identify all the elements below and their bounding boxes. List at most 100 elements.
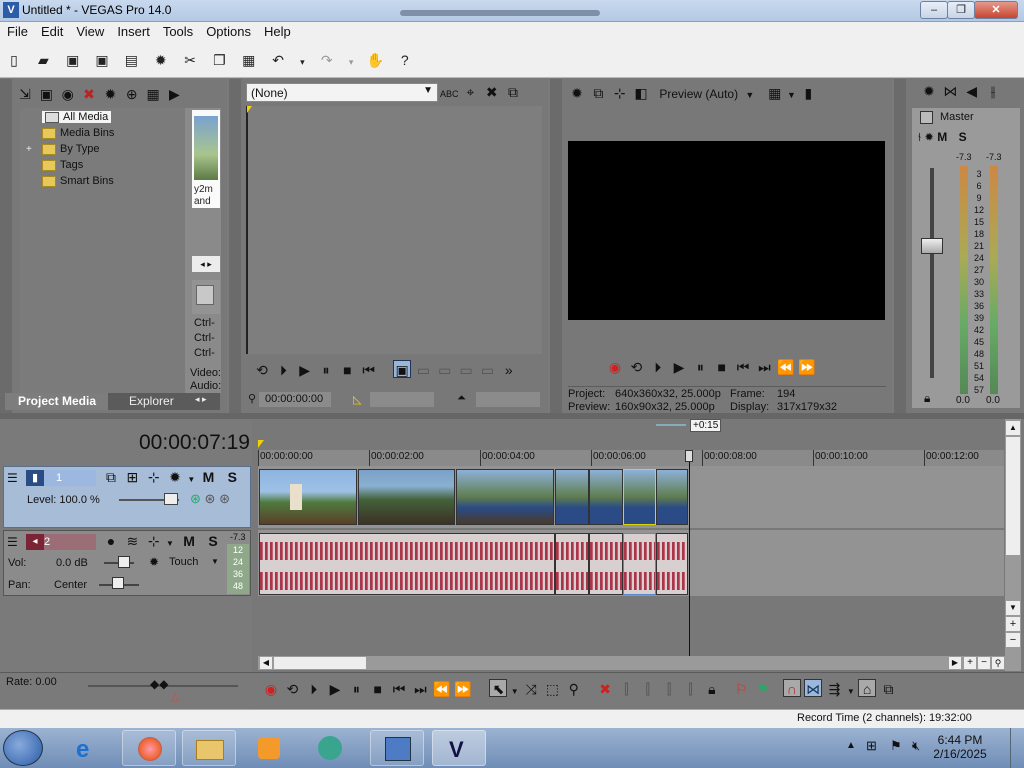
open-folder-icon[interactable]: ▰ [33, 50, 53, 70]
spellcheck-icon[interactable]: ABC [440, 85, 459, 103]
in-point-field[interactable] [370, 392, 434, 407]
insert-marker-icon[interactable]: ⚐ [732, 680, 750, 698]
video-mute-button[interactable]: M [203, 469, 215, 485]
panel-grip[interactable] [894, 79, 906, 413]
play-from-start-icon[interactable]: ⏵ [305, 680, 323, 698]
master-mute-button[interactable]: M [937, 130, 947, 144]
zoom-in-icon[interactable]: + [1006, 617, 1020, 631]
maximize-button[interactable]: ❐ [947, 1, 975, 19]
audio-clip-segment[interactable] [589, 533, 623, 595]
go-to-start-icon[interactable]: ⏮ [734, 358, 752, 376]
loop-icon[interactable]: ⟲ [253, 361, 271, 379]
collapse-track-icon[interactable]: ☰ [7, 471, 18, 485]
help-icon[interactable]: ? [395, 50, 415, 70]
playhead-handle[interactable] [685, 450, 693, 462]
next-frame-icon[interactable]: ⏩ [454, 680, 472, 698]
trimmer-display[interactable] [246, 106, 542, 354]
automation-gear-icon[interactable]: ✹ [149, 555, 159, 569]
zoom-out-icon[interactable]: − [978, 657, 990, 669]
show-hidden-icons-icon[interactable]: ▲ [846, 740, 856, 751]
trimmer-media-select[interactable]: (None) ▼ [246, 83, 438, 102]
tab-explorer[interactable]: Explorer [129, 394, 174, 408]
go-to-end-icon[interactable]: ⏭ [411, 680, 429, 698]
trim-start-icon[interactable]: ⫿ [639, 680, 657, 698]
minimize-button[interactable]: – [920, 1, 948, 19]
properties-gear-icon[interactable]: ✹ [920, 82, 938, 100]
get-media-web-icon[interactable]: ◉ [59, 85, 77, 103]
fx-chain-icon[interactable]: ⫮ [918, 130, 921, 144]
split-view-icon[interactable]: ◧ [632, 84, 650, 102]
capture-video-icon[interactable]: ▣ [37, 85, 55, 103]
delete-icon[interactable]: ✖ [596, 680, 614, 698]
save-as-icon[interactable]: ▣ [92, 50, 112, 70]
scroll-thumb[interactable] [274, 657, 366, 669]
play-icon[interactable]: ▶ [670, 358, 688, 376]
time-ruler[interactable]: 00:00:00:00 00:00:02:00 00:00:04:00 00:00:0… [258, 450, 1004, 466]
invert-phase-icon[interactable]: ≋ [123, 532, 141, 550]
chevron-down-icon[interactable]: ▼ [847, 687, 855, 696]
video-clip-segment[interactable] [589, 469, 623, 525]
timeline-horizontal-scrollbar[interactable]: ◀ ▶ + − ⚲ [258, 656, 1021, 670]
trim-end-icon[interactable]: ⫿ [660, 680, 678, 698]
scroll-down-button[interactable]: ▼ [1006, 601, 1020, 615]
chevron-down-icon[interactable]: ▼ [511, 687, 519, 696]
auto-ripple-icon[interactable]: ⇶ [826, 680, 844, 698]
mixer-icon[interactable]: ⫲ [984, 82, 1002, 100]
timeline-vertical-scrollbar[interactable]: ▲ ▼ + − [1005, 419, 1021, 671]
menu-options[interactable]: Options [199, 22, 257, 39]
auto-crossfade-icon[interactable]: ⋈ [804, 679, 823, 697]
tab-scroll-arrows[interactable]: ◂ ▸ [195, 394, 207, 405]
trim-add-icon[interactable]: ▭ [414, 361, 432, 379]
trim-mode-icon[interactable]: ▣ [393, 360, 412, 378]
split-icon[interactable]: ⫿ [681, 680, 699, 698]
split-screen-icon[interactable]: ⊹ [611, 84, 629, 102]
pause-icon[interactable]: ⏸ [317, 361, 335, 379]
video-track-lane[interactable] [258, 466, 1004, 528]
track-name-field[interactable] [76, 470, 96, 486]
menu-file[interactable]: File [0, 22, 34, 39]
play-icon[interactable]: ▶ [326, 680, 344, 698]
lock-icon[interactable]: 🔒︎ [924, 391, 930, 406]
tree-item-all-media[interactable]: All Media [42, 111, 112, 123]
undo-icon[interactable]: ↶ [268, 50, 288, 70]
arm-record-icon[interactable]: ● [102, 532, 120, 550]
scroll-left-button[interactable]: ◀ [260, 657, 272, 669]
previous-frame-icon[interactable]: ⏪ [777, 358, 795, 376]
pause-icon[interactable]: ⏸ [347, 680, 365, 698]
zoom-in-icon[interactable]: + [964, 657, 976, 669]
audio-clip-segment[interactable] [656, 533, 688, 595]
window-icon[interactable]: ⧉ [504, 83, 522, 101]
time-display[interactable]: 00:00:07:19 [139, 431, 250, 455]
rate-slider-handle[interactable]: ◆◆ [150, 677, 168, 691]
trim-fill-icon[interactable]: ▭ [478, 361, 496, 379]
taskbar-clock[interactable]: 6:44 PM 2/16/2025 [930, 733, 990, 761]
loop-icon[interactable]: ⟲ [283, 680, 301, 698]
media-player-icon[interactable] [242, 730, 296, 766]
tree-item-by-type[interactable]: By Type [42, 143, 100, 155]
tree-item-tags[interactable]: Tags [42, 159, 83, 171]
render-icon[interactable]: ▤ [121, 50, 141, 70]
tag-icon[interactable]: ⌖ [461, 83, 479, 101]
envelope-tool-icon[interactable]: ⤨ [522, 680, 540, 698]
audio-track-header[interactable]: ☰ ◂ 2 ● ≋ ⊹ ▼ M S Vol: 0.0 dB ✹ Touch ▼ … [3, 530, 251, 596]
next-frame-icon[interactable]: ⏩ [798, 358, 816, 376]
tree-item-media-bins[interactable]: Media Bins [42, 127, 114, 139]
video-clip-station[interactable] [358, 469, 455, 525]
close-button[interactable]: ✕ [974, 1, 1018, 19]
paste-icon[interactable]: ▦ [239, 50, 259, 70]
menu-insert[interactable]: Insert [110, 22, 156, 39]
video-clip-segment[interactable] [656, 469, 688, 525]
play-icon[interactable]: ▶ [296, 361, 314, 379]
play-from-start-icon[interactable]: ⏵ [649, 358, 667, 376]
vol-slider-handle[interactable] [118, 556, 130, 568]
import-media-icon[interactable]: ⇲ [16, 85, 34, 103]
trimmer-timecode[interactable]: 00:00:00:00 [259, 392, 331, 407]
trim-overwrite-icon[interactable]: ▭ [457, 361, 475, 379]
scroll-up-button[interactable]: ▲ [1006, 421, 1020, 435]
file-explorer-icon[interactable] [182, 730, 236, 766]
video-clip-segment-selected[interactable] [623, 469, 656, 525]
expand-icon[interactable]: + [26, 144, 32, 155]
stop-icon[interactable]: ■ [369, 680, 387, 698]
ignore-grouping-icon[interactable]: ⧉ [879, 680, 897, 698]
record-icon[interactable]: ◉ [262, 680, 280, 698]
